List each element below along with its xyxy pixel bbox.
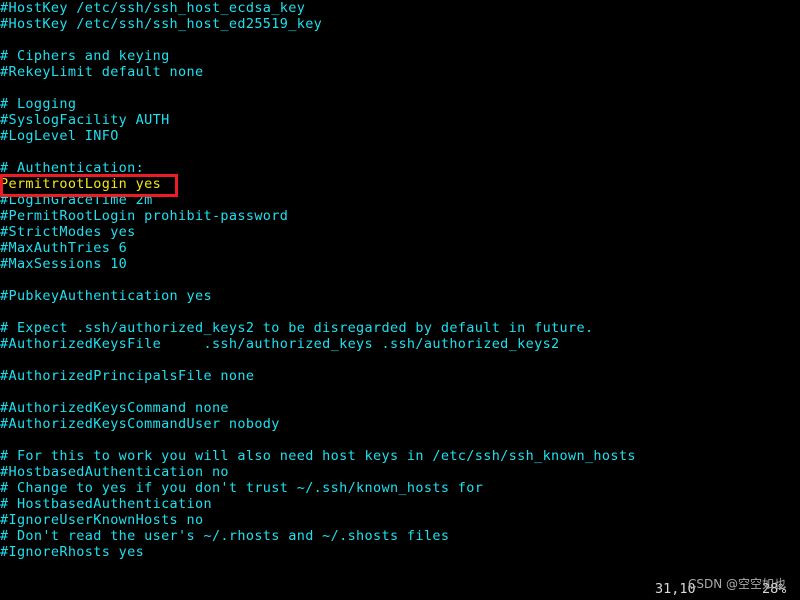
config-line-highlighted: PermitrootLogin yes: [0, 176, 162, 192]
config-line: #AuthorizedPrincipalsFile none: [0, 368, 255, 384]
config-line: #HostbasedAuthentication no: [0, 464, 229, 480]
config-line: #SyslogFacility AUTH: [0, 112, 170, 128]
config-line: #PubkeyAuthentication yes: [0, 288, 212, 304]
config-line: #LogLevel INFO: [0, 128, 119, 144]
config-line: [0, 352, 800, 368]
config-line: [0, 304, 800, 320]
config-line: # For this to work you will also need ho…: [0, 448, 636, 464]
config-line: #AuthorizedKeysFile .ssh/authorized_keys…: [0, 336, 560, 352]
config-line: # Authentication:: [0, 160, 145, 176]
terminal-window[interactable]: #HostKey /etc/ssh/ssh_host_ecdsa_key #Hos…: [0, 0, 800, 600]
config-line: #HostKey /etc/ssh/ssh_host_ed25519_key: [0, 16, 323, 32]
config-line: [0, 272, 800, 288]
config-line: #MaxAuthTries 6: [0, 240, 128, 256]
config-line: [0, 80, 800, 96]
config-line: #LoginGraceTime 2m: [0, 192, 153, 208]
config-line: # Expect .ssh/authorized_keys2 to be dis…: [0, 320, 594, 336]
cursor-position-indicator: 31,10: [655, 581, 696, 597]
config-line: #StrictModes yes: [0, 224, 136, 240]
config-line: [0, 32, 800, 48]
vim-status-line: 31,10 28%: [0, 578, 800, 600]
file-percent-indicator: 28%: [762, 581, 787, 597]
config-line: # Logging: [0, 96, 77, 112]
config-line: #IgnoreRhosts yes: [0, 544, 145, 560]
config-line: [0, 384, 800, 400]
config-line: #PermitRootLogin prohibit-password: [0, 208, 289, 224]
config-line: #AuthorizedKeysCommand none: [0, 400, 229, 416]
config-line: # Change to yes if you don't trust ~/.ss…: [0, 480, 484, 496]
config-line: [0, 144, 800, 160]
vim-text-buffer[interactable]: #HostKey /etc/ssh/ssh_host_ecdsa_key #Hos…: [0, 0, 800, 560]
config-line: # Ciphers and keying: [0, 48, 170, 64]
config-line: # HostbasedAuthentication: [0, 496, 212, 512]
config-line: # Don't read the user's ~/.rhosts and ~/…: [0, 528, 450, 544]
config-line: #MaxSessions 10: [0, 256, 128, 272]
config-line: #RekeyLimit default none: [0, 64, 204, 80]
config-line: #AuthorizedKeysCommandUser nobody: [0, 416, 280, 432]
config-line: #IgnoreUserKnownHosts no: [0, 512, 204, 528]
config-line: #HostKey /etc/ssh/ssh_host_ecdsa_key: [0, 0, 306, 16]
config-line: [0, 432, 800, 448]
